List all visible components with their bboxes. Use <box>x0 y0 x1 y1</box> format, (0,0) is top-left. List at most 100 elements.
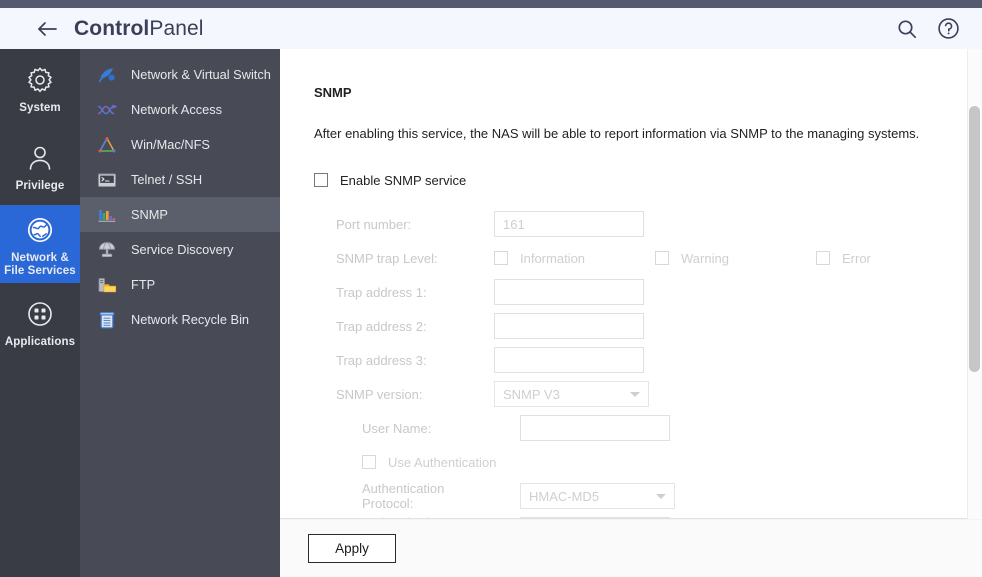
snmp-trap-level-options: Information Warning Error <box>494 251 871 266</box>
subnav-item-label: Network Access <box>131 102 223 117</box>
snmp-trap-level-label: SNMP trap Level: <box>336 250 438 266</box>
snmp-version-label: SNMP version: <box>336 386 423 402</box>
snmp-trap-level-row: SNMP trap Level: Information Warning Err… <box>314 241 982 275</box>
user-icon <box>25 139 55 173</box>
trap-level-information-checkbox[interactable] <box>494 251 508 265</box>
snmp-version-value: SNMP V3 <box>503 386 560 402</box>
help-circle-icon[interactable] <box>936 17 960 41</box>
use-authentication-label: Use Authentication <box>388 454 497 470</box>
trap-level-error-label: Error <box>842 250 871 266</box>
user-name-input[interactable] <box>520 415 670 441</box>
trap-address-3-row: Trap address 3: <box>314 343 982 377</box>
trap-level-warning-option[interactable]: Warning <box>655 251 816 266</box>
content-scrollbar-thumb[interactable] <box>969 106 980 372</box>
trap-level-warning-checkbox[interactable] <box>655 251 669 265</box>
page-title-normal: Panel <box>149 16 204 40</box>
use-authentication-option[interactable]: Use Authentication <box>314 455 496 470</box>
bar-chart-icon <box>96 204 118 226</box>
subnav-item-service-discovery[interactable]: Service Discovery <box>80 232 280 267</box>
rail-item-label: Applications <box>4 336 76 348</box>
rail-item-label-line2: File Services <box>4 264 76 277</box>
subnav-item-label: Network & Virtual Switch <box>131 67 271 82</box>
content-scrollbar-track[interactable] <box>967 49 982 519</box>
auth-password-label: Authentication Password: <box>314 515 494 518</box>
port-number-row: Port number: 161 <box>314 207 982 241</box>
subnav-item-network-recycle-bin[interactable]: Network Recycle Bin <box>80 302 280 337</box>
subnav-item-label: Network Recycle Bin <box>131 312 250 327</box>
rail-item-label-line1: Network & <box>11 251 69 264</box>
subnav-item-snmp[interactable]: SNMP <box>80 197 280 232</box>
network-access-icon <box>96 99 118 121</box>
search-icon[interactable] <box>895 17 919 41</box>
port-number-label: Port number: <box>336 216 412 232</box>
trap-address-2-row: Trap address 2: <box>314 309 982 343</box>
subnav-item-label: Telnet / SSH <box>131 172 203 187</box>
footer-bar: Apply <box>280 520 982 577</box>
enable-snmp-label: Enable SNMP service <box>340 172 467 188</box>
network-switch-icon <box>96 64 118 86</box>
control-panel-window: ControlPanel System Privilege Network & … <box>0 0 982 577</box>
trap-level-information-label: Information <box>520 250 586 266</box>
auth-protocol-label: Authentication Protocol: <box>362 481 445 511</box>
auth-password-row: Authentication Password: <box>314 513 982 518</box>
subnav-item-network-virtual-switch[interactable]: Network & Virtual Switch <box>80 57 280 92</box>
main-content-panel: SNMP After enabling this service, the NA… <box>280 49 982 519</box>
snmp-version-row: SNMP version: SNMP V3 <box>314 377 982 411</box>
trap-level-error-option[interactable]: Error <box>816 251 871 266</box>
subnav-item-label: Win/Mac/NFS <box>131 137 210 152</box>
use-authentication-row: Use Authentication <box>314 445 982 479</box>
enable-snmp-checkbox[interactable] <box>314 173 328 187</box>
rail-item-system[interactable]: System <box>0 49 80 127</box>
trap-address-2-input[interactable] <box>494 313 644 339</box>
auth-protocol-value: HMAC-MD5 <box>529 488 600 504</box>
rail-item-network-file-services[interactable]: Network & File Services <box>0 205 80 283</box>
window-top-strip <box>0 0 982 8</box>
trap-level-error-checkbox[interactable] <box>816 251 830 265</box>
page-title-bold: Control <box>74 16 150 40</box>
trap-address-1-label: Trap address 1: <box>336 284 427 300</box>
subnav-item-win-mac-nfs[interactable]: Win/Mac/NFS <box>80 127 280 162</box>
subnav-item-ftp[interactable]: FTP <box>80 267 280 302</box>
header-actions <box>895 17 960 41</box>
trap-address-2-label: Trap address 2: <box>336 318 427 334</box>
recycle-bin-icon <box>96 309 118 331</box>
trap-address-3-label: Trap address 3: <box>336 352 427 368</box>
app-header: ControlPanel <box>0 8 982 49</box>
rail-item-label: Network & File Services <box>4 252 76 278</box>
apps-grid-icon <box>25 295 55 329</box>
service-discovery-icon <box>96 239 118 261</box>
secondary-nav: Network & Virtual Switch Network Access <box>80 49 280 577</box>
auth-protocol-row: Authentication Protocol: HMAC-MD5 <box>314 479 982 513</box>
auth-password-input[interactable] <box>520 517 670 518</box>
user-name-label: User Name: <box>362 420 432 436</box>
apply-button[interactable]: Apply <box>308 534 396 563</box>
subnav-item-network-access[interactable]: Network Access <box>80 92 280 127</box>
user-name-row: User Name: <box>314 411 982 445</box>
trap-address-1-row: Trap address 1: <box>314 275 982 309</box>
rail-item-label: Privilege <box>15 180 65 192</box>
globe-icon <box>25 211 55 245</box>
use-authentication-checkbox[interactable] <box>362 455 376 469</box>
gear-icon <box>25 61 55 95</box>
ftp-folder-icon <box>96 274 118 296</box>
trap-address-3-input[interactable] <box>494 347 644 373</box>
terminal-icon <box>96 169 118 191</box>
port-number-input[interactable]: 161 <box>494 211 644 237</box>
section-description: After enabling this service, the NAS wil… <box>314 126 920 141</box>
subnav-item-label: FTP <box>131 277 156 292</box>
rail-item-label: System <box>19 102 61 114</box>
page-title: ControlPanel <box>74 17 204 41</box>
auth-protocol-select[interactable]: HMAC-MD5 <box>520 483 675 509</box>
chevron-down-icon <box>630 391 640 397</box>
back-arrow-icon[interactable] <box>36 18 58 40</box>
snmp-version-select[interactable]: SNMP V3 <box>494 381 649 407</box>
enable-snmp-row: Enable SNMP service <box>314 163 982 197</box>
trap-address-1-input[interactable] <box>494 279 644 305</box>
chevron-down-icon <box>656 493 666 499</box>
subnav-item-telnet-ssh[interactable]: Telnet / SSH <box>80 162 280 197</box>
subnav-item-label: SNMP <box>131 207 168 222</box>
trap-level-information-option[interactable]: Information <box>494 251 655 266</box>
rail-item-applications[interactable]: Applications <box>0 283 80 361</box>
subnav-item-label: Service Discovery <box>131 242 234 257</box>
rail-item-privilege[interactable]: Privilege <box>0 127 80 205</box>
